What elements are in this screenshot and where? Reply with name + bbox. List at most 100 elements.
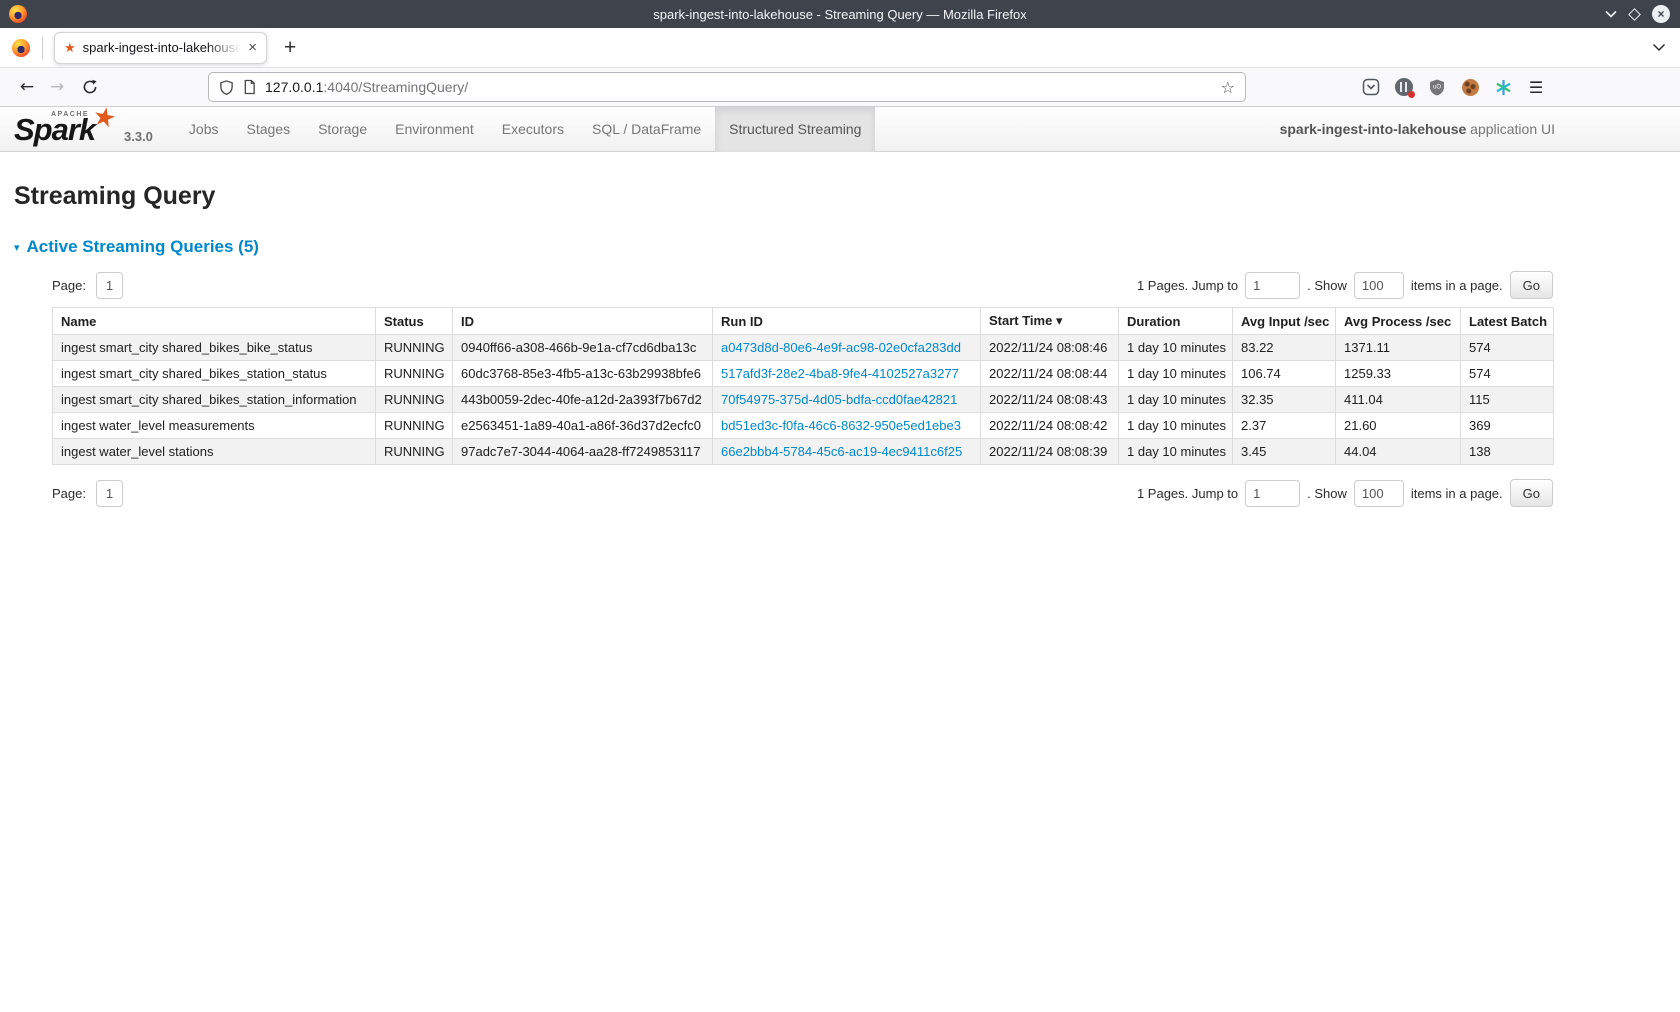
- go-button[interactable]: Go: [1510, 479, 1553, 507]
- page-info-icon[interactable]: [243, 79, 256, 95]
- table-row: ingest water_level stationsRUNNING97adc7…: [53, 439, 1554, 465]
- run-id-link[interactable]: 517afd3f-28e2-4ba8-9fe4-4102527a3277: [721, 366, 959, 381]
- cell-start_time: 2022/11/24 08:08:43: [981, 387, 1119, 413]
- ublock-button[interactable]: uO: [1424, 74, 1450, 100]
- cell-latest_batch: 369: [1461, 413, 1554, 439]
- items-per-page-input[interactable]: [1354, 480, 1404, 507]
- shield-icon[interactable]: [219, 79, 234, 96]
- new-tab-button[interactable]: +: [284, 36, 296, 60]
- nav-link-executors[interactable]: Executors: [488, 107, 578, 152]
- cell-avg_process: 44.04: [1336, 439, 1461, 465]
- browser-tab[interactable]: ★ spark-ingest-into-lakehouse ×: [54, 32, 267, 64]
- go-button[interactable]: Go: [1510, 271, 1553, 299]
- forward-button[interactable]: →: [42, 72, 72, 102]
- items-per-page-input[interactable]: [1354, 272, 1404, 299]
- spark-logo[interactable]: APACHE Spark ★: [14, 107, 122, 151]
- table-header-row: Name Status ID Run ID Start Time ▾ Durat…: [53, 308, 1554, 335]
- show-label: . Show: [1307, 486, 1347, 501]
- col-header-start-time[interactable]: Start Time ▾: [981, 308, 1119, 335]
- cell-name: ingest water_level measurements: [53, 413, 376, 439]
- back-button[interactable]: ←: [12, 72, 42, 102]
- cell-status: RUNNING: [376, 439, 453, 465]
- list-all-tabs-button[interactable]: [1652, 43, 1666, 52]
- items-label: items in a page.: [1411, 278, 1503, 293]
- asterisk-extension-button[interactable]: [1490, 74, 1516, 100]
- cell-id: 0940ff66-a308-466b-9e1a-cf7cd6dba13c: [453, 335, 713, 361]
- cell-start_time: 2022/11/24 08:08:46: [981, 335, 1119, 361]
- tab-close-icon[interactable]: ×: [248, 40, 257, 55]
- col-header-duration[interactable]: Duration: [1119, 308, 1233, 335]
- active-queries-section: Page: 1 Pages. Jump to . Show items in a…: [52, 271, 1553, 507]
- tab-divider: [42, 37, 43, 59]
- nav-link-sql-dataframe[interactable]: SQL / DataFrame: [578, 107, 715, 152]
- cell-run_id: bd51ed3c-f0fa-46c6-8632-950e5ed1ebe3: [713, 413, 981, 439]
- hamburger-menu-button[interactable]: ☰: [1523, 74, 1549, 100]
- application-name: spark-ingest-into-lakehouse: [1280, 121, 1467, 137]
- pagination-bottom: Page: 1 Pages. Jump to . Show items in a…: [52, 479, 1553, 507]
- col-header-latest-batch[interactable]: Latest Batch: [1461, 308, 1554, 335]
- table-row: ingest smart_city shared_bikes_bike_stat…: [53, 335, 1554, 361]
- svg-text:uO: uO: [1433, 84, 1441, 90]
- run-id-link[interactable]: 66e2bbb4-5784-45c6-ac19-4ec9411c6f25: [721, 444, 962, 459]
- close-button[interactable]: ×: [1652, 5, 1670, 23]
- nav-item-executors: Executors: [488, 107, 578, 151]
- cell-duration: 1 day 10 minutes: [1119, 387, 1233, 413]
- jump-to-input[interactable]: [1245, 272, 1300, 299]
- chevron-down-icon: [1605, 10, 1617, 18]
- cell-run_id: a0473d8d-80e6-4e9f-ac98-02e0cfa283dd: [713, 335, 981, 361]
- cell-name: ingest smart_city shared_bikes_station_s…: [53, 361, 376, 387]
- table-row: ingest smart_city shared_bikes_station_s…: [53, 361, 1554, 387]
- collapse-arrow-icon: ▾: [14, 241, 20, 254]
- nav-link-jobs[interactable]: Jobs: [175, 107, 233, 152]
- col-header-id[interactable]: ID: [453, 308, 713, 335]
- url-bar[interactable]: 127.0.0.1:4040/StreamingQuery/ ☆: [208, 72, 1246, 102]
- queries-table-body: ingest smart_city shared_bikes_bike_stat…: [53, 335, 1554, 465]
- nav-item-jobs: Jobs: [175, 107, 233, 151]
- reload-button[interactable]: [75, 72, 105, 102]
- cell-run_id: 66e2bbb4-5784-45c6-ac19-4ec9411c6f25: [713, 439, 981, 465]
- nav-link-storage[interactable]: Storage: [304, 107, 381, 152]
- window-titlebar: spark-ingest-into-lakehouse - Streaming …: [0, 0, 1680, 28]
- cell-name: ingest smart_city shared_bikes_station_i…: [53, 387, 376, 413]
- cell-duration: 1 day 10 minutes: [1119, 361, 1233, 387]
- nav-link-environment[interactable]: Environment: [381, 107, 488, 152]
- run-id-link[interactable]: bd51ed3c-f0fa-46c6-8632-950e5ed1ebe3: [721, 418, 961, 433]
- cell-avg_input: 83.22: [1233, 335, 1336, 361]
- bookmark-star-icon[interactable]: ☆: [1221, 78, 1235, 97]
- cell-duration: 1 day 10 minutes: [1119, 335, 1233, 361]
- run-id-link[interactable]: 70f54975-375d-4d05-bdfa-ccd0fae42821: [721, 392, 957, 407]
- section-title: Active Streaming Queries (5): [27, 237, 259, 257]
- spark-nav-links: Jobs Stages Storage Environment Executor…: [175, 107, 876, 151]
- run-id-link[interactable]: a0473d8d-80e6-4e9f-ac98-02e0cfa283dd: [721, 340, 961, 355]
- page-number-input[interactable]: [96, 272, 123, 299]
- privacy-extension-button[interactable]: [1391, 74, 1417, 100]
- col-header-avg-input[interactable]: Avg Input /sec: [1233, 308, 1336, 335]
- nav-link-stages[interactable]: Stages: [233, 107, 305, 152]
- pocket-icon: [1362, 78, 1380, 96]
- window-title: spark-ingest-into-lakehouse - Streaming …: [0, 7, 1680, 22]
- tab-title: spark-ingest-into-lakehouse: [83, 40, 242, 55]
- nav-link-structured-streaming[interactable]: Structured Streaming: [715, 107, 875, 152]
- cell-avg_input: 2.37: [1233, 413, 1336, 439]
- pagination-controls: 1 Pages. Jump to . Show items in a page.…: [1137, 271, 1553, 299]
- col-header-avg-process[interactable]: Avg Process /sec: [1336, 308, 1461, 335]
- minimize-button[interactable]: [1605, 10, 1617, 18]
- col-header-name[interactable]: Name: [53, 308, 376, 335]
- firefox-view-button[interactable]: [12, 39, 30, 57]
- active-queries-section-header[interactable]: ▾ Active Streaming Queries (5): [14, 237, 1666, 257]
- pagination-page: Page:: [52, 480, 123, 507]
- maximize-button[interactable]: [1630, 10, 1639, 19]
- cell-id: 443b0059-2dec-40fe-a12d-2a393f7b67d2: [453, 387, 713, 413]
- cell-start_time: 2022/11/24 08:08:44: [981, 361, 1119, 387]
- cell-avg_input: 106.74: [1233, 361, 1336, 387]
- col-header-run-id[interactable]: Run ID: [713, 308, 981, 335]
- col-header-status[interactable]: Status: [376, 308, 453, 335]
- page-number-input[interactable]: [96, 480, 123, 507]
- pagination-page: Page:: [52, 272, 123, 299]
- jump-to-input[interactable]: [1245, 480, 1300, 507]
- chevron-down-icon: [1652, 43, 1666, 52]
- cookie-extension-button[interactable]: [1457, 74, 1483, 100]
- cell-avg_process: 1259.33: [1336, 361, 1461, 387]
- pocket-button[interactable]: [1358, 74, 1384, 100]
- nav-item-sql-dataframe: SQL / DataFrame: [578, 107, 715, 151]
